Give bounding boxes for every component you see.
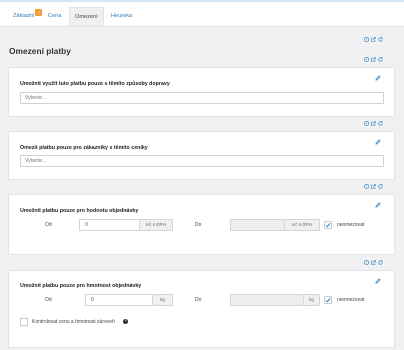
warning-badge: !: [35, 9, 43, 16]
pricelists-label: Omezit platbu pouze pro zákazníky s těmi…: [20, 145, 148, 151]
value-unlimited-checkbox[interactable]: [324, 221, 332, 229]
check-icon: [325, 222, 331, 228]
tab-zakladni[interactable]: Základní!: [8, 7, 47, 26]
from-label: Od: [45, 222, 52, 228]
tab-heureka[interactable]: Heureka: [106, 7, 137, 26]
weight-from-unit: kg: [152, 294, 173, 306]
shipping-select[interactable]: Vyberte...: [20, 92, 384, 104]
shipping-panel: Umožnit využít tuto platbu pouze s těmit…: [8, 67, 395, 117]
question-icon[interactable]: ?: [364, 57, 369, 62]
from-label: Od: [45, 297, 52, 303]
pricelists-select[interactable]: Vyberte...: [20, 155, 384, 167]
check-icon: [325, 297, 331, 303]
refresh-icon[interactable]: [378, 184, 383, 189]
tab-heureka-label: Heureka: [111, 13, 133, 19]
help-icon[interactable]: ?: [123, 319, 128, 324]
refresh-icon[interactable]: [378, 37, 383, 42]
order-weight-panel: Umožnit platbu pouze pro hmotnost objedn…: [8, 270, 395, 348]
panel-tools-shipping: ?: [364, 57, 383, 64]
pencil-icon[interactable]: [375, 75, 381, 81]
export-icon[interactable]: [371, 57, 376, 62]
tab-zakladni-label: Základní: [13, 13, 35, 19]
tab-bar: Základní! Cena Omezení Heureka: [0, 2, 404, 27]
value-to-unit: Kč s DPH: [284, 219, 320, 231]
refresh-icon[interactable]: [378, 57, 383, 62]
panel-tools-pricelists: ?: [364, 121, 383, 128]
question-icon[interactable]: ?: [364, 37, 369, 42]
weight-from-input[interactable]: 0: [85, 294, 153, 306]
tab-cena-label: Cena: [48, 13, 62, 19]
value-from-input[interactable]: 0: [79, 219, 140, 231]
refresh-icon[interactable]: [378, 121, 383, 126]
question-icon[interactable]: ?: [364, 121, 369, 126]
to-label: Do: [195, 222, 202, 228]
tab-cena[interactable]: Cena: [43, 7, 66, 26]
pencil-icon[interactable]: [375, 202, 381, 208]
pricelists-panel: Omezit platbu pouze pro zákazníky s těmi…: [8, 131, 395, 180]
question-icon[interactable]: ?: [364, 260, 369, 265]
to-label: Do: [195, 297, 202, 303]
value-to-input[interactable]: [230, 219, 285, 231]
shipping-label: Umožnit využít tuto platbu pouze s těmit…: [20, 81, 170, 87]
combine-label: Kontrolovat cenu a hmotnost zároveň: [32, 319, 115, 325]
export-icon[interactable]: [371, 260, 376, 265]
panel-tools-order-value: ?: [364, 184, 383, 191]
value-unlimited-label: neomezovat: [337, 222, 365, 228]
combine-checkbox[interactable]: [20, 318, 28, 326]
tab-omezeni[interactable]: Omezení: [69, 7, 104, 26]
refresh-icon[interactable]: [378, 260, 383, 265]
pencil-icon[interactable]: [375, 139, 381, 145]
panel-tools-order-weight: ?: [364, 260, 383, 267]
weight-to-unit: kg: [303, 294, 320, 306]
weight-unlimited-checkbox[interactable]: [324, 296, 332, 304]
order-value-label: Umožnit platbu pouze pro hodnotu objedná…: [20, 208, 139, 214]
pencil-icon[interactable]: [375, 278, 381, 284]
export-icon[interactable]: [371, 121, 376, 126]
export-icon[interactable]: [371, 37, 376, 42]
section-tools: ?: [364, 37, 383, 44]
page-title: Omezení platby: [9, 46, 71, 56]
weight-to-input[interactable]: [230, 294, 304, 306]
value-from-unit: Kč s DPH: [139, 219, 173, 231]
question-icon[interactable]: ?: [364, 184, 369, 189]
weight-unlimited-label: neomezovat: [337, 297, 365, 303]
tab-omezeni-label: Omezení: [75, 14, 98, 20]
export-icon[interactable]: [371, 184, 376, 189]
order-weight-label: Umožnit platbu pouze pro hmotnost objedn…: [20, 283, 142, 289]
order-value-panel: Umožnit platbu pouze pro hodnotu objedná…: [8, 194, 395, 255]
